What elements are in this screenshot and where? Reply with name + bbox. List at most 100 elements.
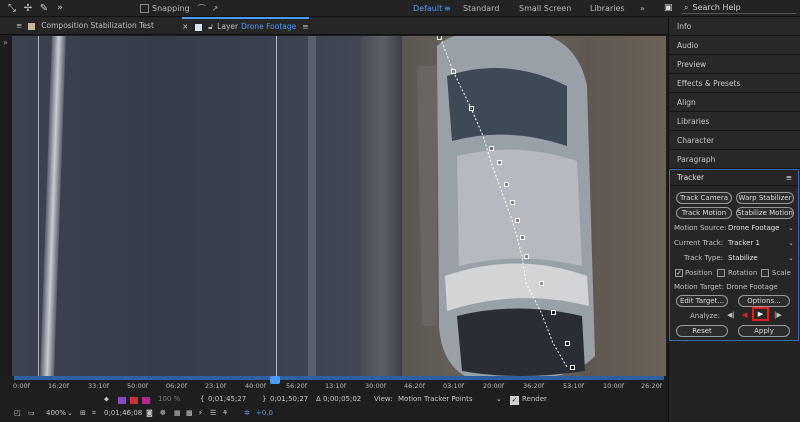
rotation-checkbox[interactable] [717,269,725,277]
track-point[interactable] [504,182,509,187]
snapping-arrows-icon[interactable]: ↗ [212,4,219,13]
fast-preview-icon[interactable]: ⚡ [198,409,203,417]
analyze-forward-icon[interactable]: ▶ [752,307,769,321]
puppet-pin-tool-icon[interactable]: ✢ [20,0,36,16]
work-area-bar[interactable] [14,376,664,380]
track-point[interactable] [539,281,544,286]
track-point[interactable] [510,200,515,205]
color-swatch-magenta[interactable] [142,397,150,404]
rotation-label: Rotation [728,269,758,277]
more-tools-icon[interactable]: » [52,0,68,16]
workspace-toggle-icon[interactable]: ▣ [664,0,673,17]
chevron-down-icon[interactable]: ⌄ [788,254,794,262]
track-point[interactable] [469,106,474,111]
out-point-bracket-icon[interactable]: } [262,395,266,403]
panel-libraries[interactable]: Libraries [669,112,800,131]
timeline-icon[interactable]: ☰ [210,409,216,417]
snapping-checkbox[interactable] [140,3,149,13]
flowchart-icon[interactable]: ⚘ [222,409,228,417]
tab-layer[interactable]: × 🔓︎ Layer Drone Footage ≡ [182,17,309,35]
monitor-icon[interactable]: ▭ [28,409,35,417]
current-track-select[interactable]: Tracker 1 [728,239,760,247]
track-point[interactable] [565,341,570,346]
grid-icon[interactable]: ⊞ [80,409,86,417]
panel-audio[interactable]: Audio [669,36,800,55]
tab-composition[interactable]: ≡ Composition Stabilization Test [16,17,154,35]
transparency-grid-icon[interactable]: ▩ [186,409,193,417]
panel-effects-presets[interactable]: Effects & Presets [669,74,800,93]
in-point-bracket-icon[interactable]: { [200,395,204,403]
color-swatch-red[interactable] [130,397,138,404]
current-time-indicator[interactable] [270,376,280,384]
snapping-magnet-icon[interactable]: ⌒ [198,3,206,14]
selection-tool-icon[interactable]: ⤡ [4,0,20,16]
search-help-input[interactable]: Search Help [692,3,740,12]
in-point-value[interactable]: 0;01;45;27 [208,395,246,403]
close-tab-icon[interactable]: × [182,18,188,36]
apply-button[interactable]: Apply [738,325,790,337]
workspace-small-screen[interactable]: Small Screen [519,0,571,17]
workspace-overflow-icon[interactable]: » [640,0,645,17]
time-ruler[interactable]: 0:00f 16:20f 33:10f 50:00f 06:20f 23:10f… [0,376,668,394]
region-of-interest-icon[interactable]: ▦ [174,409,181,417]
out-point-value[interactable]: 0;01;50;27 [270,395,308,403]
analyze-backward-icon[interactable]: ◀ [742,311,747,319]
panel-paragraph[interactable]: Paragraph [669,150,800,169]
track-point[interactable] [520,235,525,240]
analyze-backward-one-frame-icon[interactable]: ◀| [727,311,735,319]
scale-checkbox[interactable] [761,269,769,277]
track-motion-button[interactable]: Track Motion [676,207,732,219]
track-point[interactable] [437,36,442,40]
panel-info[interactable]: Info [669,17,800,36]
color-channel-icon[interactable]: ❁ [160,409,166,417]
exposure-reset-icon[interactable]: ✲ [244,409,250,417]
workspace-default[interactable]: Default [413,0,442,17]
edit-target-button[interactable]: Edit Target... [676,295,728,307]
workspace-menu-icon[interactable]: ≡ [444,0,451,17]
track-point[interactable] [570,365,575,370]
track-point[interactable] [489,146,494,151]
chevron-down-icon[interactable]: ⌄ [67,409,73,417]
zoom-select[interactable]: 400% [46,409,66,417]
view-select[interactable]: Motion Tracker Points [398,395,472,403]
collapse-panels-icon[interactable]: » [3,38,8,47]
track-point[interactable] [515,218,520,223]
pin-tool-icon[interactable]: ✎ [36,0,52,16]
playhead-marker-icon[interactable]: ⬥ [104,395,109,404]
time-code-value[interactable]: 0;01;46;08 [104,409,142,417]
reset-button[interactable]: Reset [676,325,728,337]
track-point[interactable] [451,69,456,74]
panel-align[interactable]: Align [669,93,800,112]
panel-preview[interactable]: Preview [669,55,800,74]
render-checkbox[interactable]: ✓ [510,396,519,405]
layer-viewer[interactable] [12,36,666,376]
camera-icon[interactable]: ◙ [146,409,153,417]
panel-character[interactable]: Character [669,131,800,150]
workspace-libraries[interactable]: Libraries [590,0,625,17]
opacity-percent[interactable]: 100 % [158,395,180,403]
options-button[interactable]: Options... [738,295,790,307]
exposure-value[interactable]: +0.0 [256,409,273,417]
track-point[interactable] [551,310,556,315]
always-preview-icon[interactable]: ◰ [14,409,21,417]
chevron-down-icon[interactable]: ⌄ [788,224,794,232]
search-help-field[interactable]: ⌕ Search Help [682,2,796,14]
analyze-forward-one-frame-icon[interactable]: |▶ [774,311,782,319]
track-camera-button[interactable]: Track Camera [676,192,732,204]
chevron-down-icon[interactable]: ⌄ [788,239,794,247]
workspace-standard[interactable]: Standard [463,0,499,17]
color-swatch-purple[interactable] [118,397,126,404]
track-point[interactable] [497,160,502,165]
motion-source-select[interactable]: Drone Footage [728,224,780,232]
lock-icon[interactable]: 🔓︎ [208,18,213,36]
warp-stabilizer-button[interactable]: Warp Stabilizer [736,192,794,204]
track-point[interactable] [524,254,529,259]
mask-icon[interactable]: ⌗ [92,409,96,418]
track-type-select[interactable]: Stabilize [728,254,758,262]
position-checkbox[interactable]: ✓ [675,269,683,277]
stabilize-motion-button[interactable]: Stabilize Motion [736,207,794,219]
chevron-down-icon[interactable]: ⌄ [496,395,502,403]
tracker-menu-icon[interactable]: ≡ [786,170,792,186]
layer-panel-menu-icon[interactable]: ≡ [302,18,308,36]
panel-menu-icon[interactable]: ≡ [16,17,22,35]
